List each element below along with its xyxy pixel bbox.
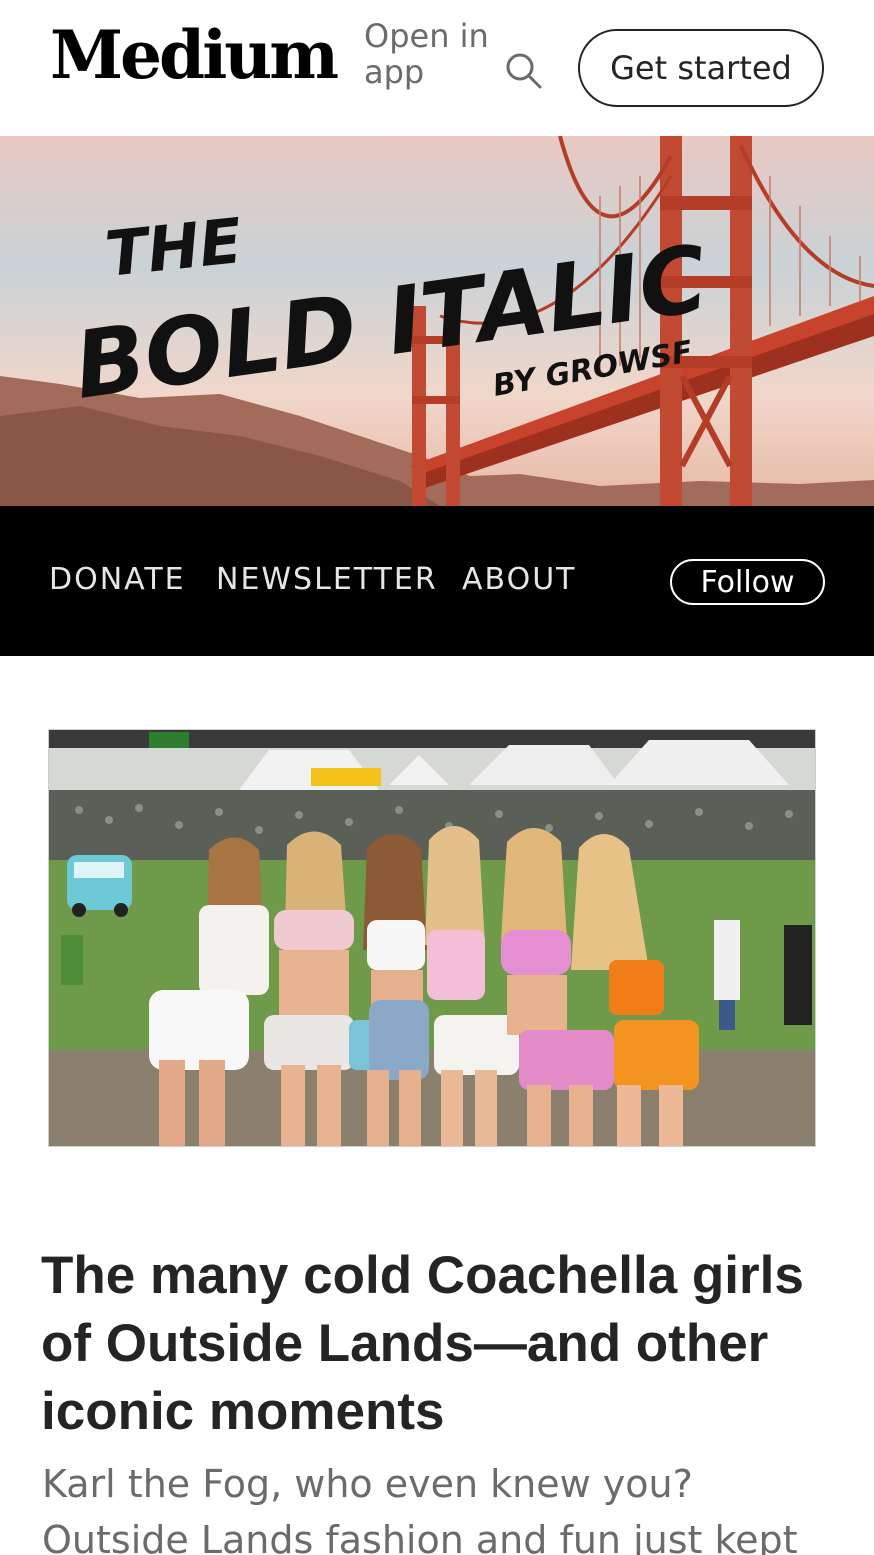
get-started-button[interactable]: Get started — [578, 29, 824, 107]
nav-about[interactable]: ABOUT — [462, 562, 576, 597]
search-icon[interactable] — [503, 50, 543, 90]
banner-title-line1: THE — [102, 204, 245, 291]
open-in-app-link[interactable]: Open in app — [364, 18, 494, 90]
article-subtitle: Karl the Fog, who even knew you? Outside… — [42, 1462, 798, 1555]
top-bar: Medium Open in app Get started — [0, 0, 874, 136]
article-title[interactable]: The many cold Coachella girls of Outside… — [41, 1242, 841, 1446]
article-hero-image[interactable] — [48, 729, 816, 1147]
nav-newsletter[interactable]: NEWSLETTER — [216, 562, 438, 597]
publication-banner[interactable]: THE BOLD ITALIC BY GROWSF — [0, 136, 874, 506]
follow-button[interactable]: Follow — [670, 559, 825, 605]
festival-photo — [49, 730, 815, 1146]
nav-donate[interactable]: DONATE — [49, 562, 186, 597]
banner-illustration: THE BOLD ITALIC BY GROWSF — [0, 136, 874, 506]
medium-logo[interactable]: Medium — [50, 22, 339, 88]
